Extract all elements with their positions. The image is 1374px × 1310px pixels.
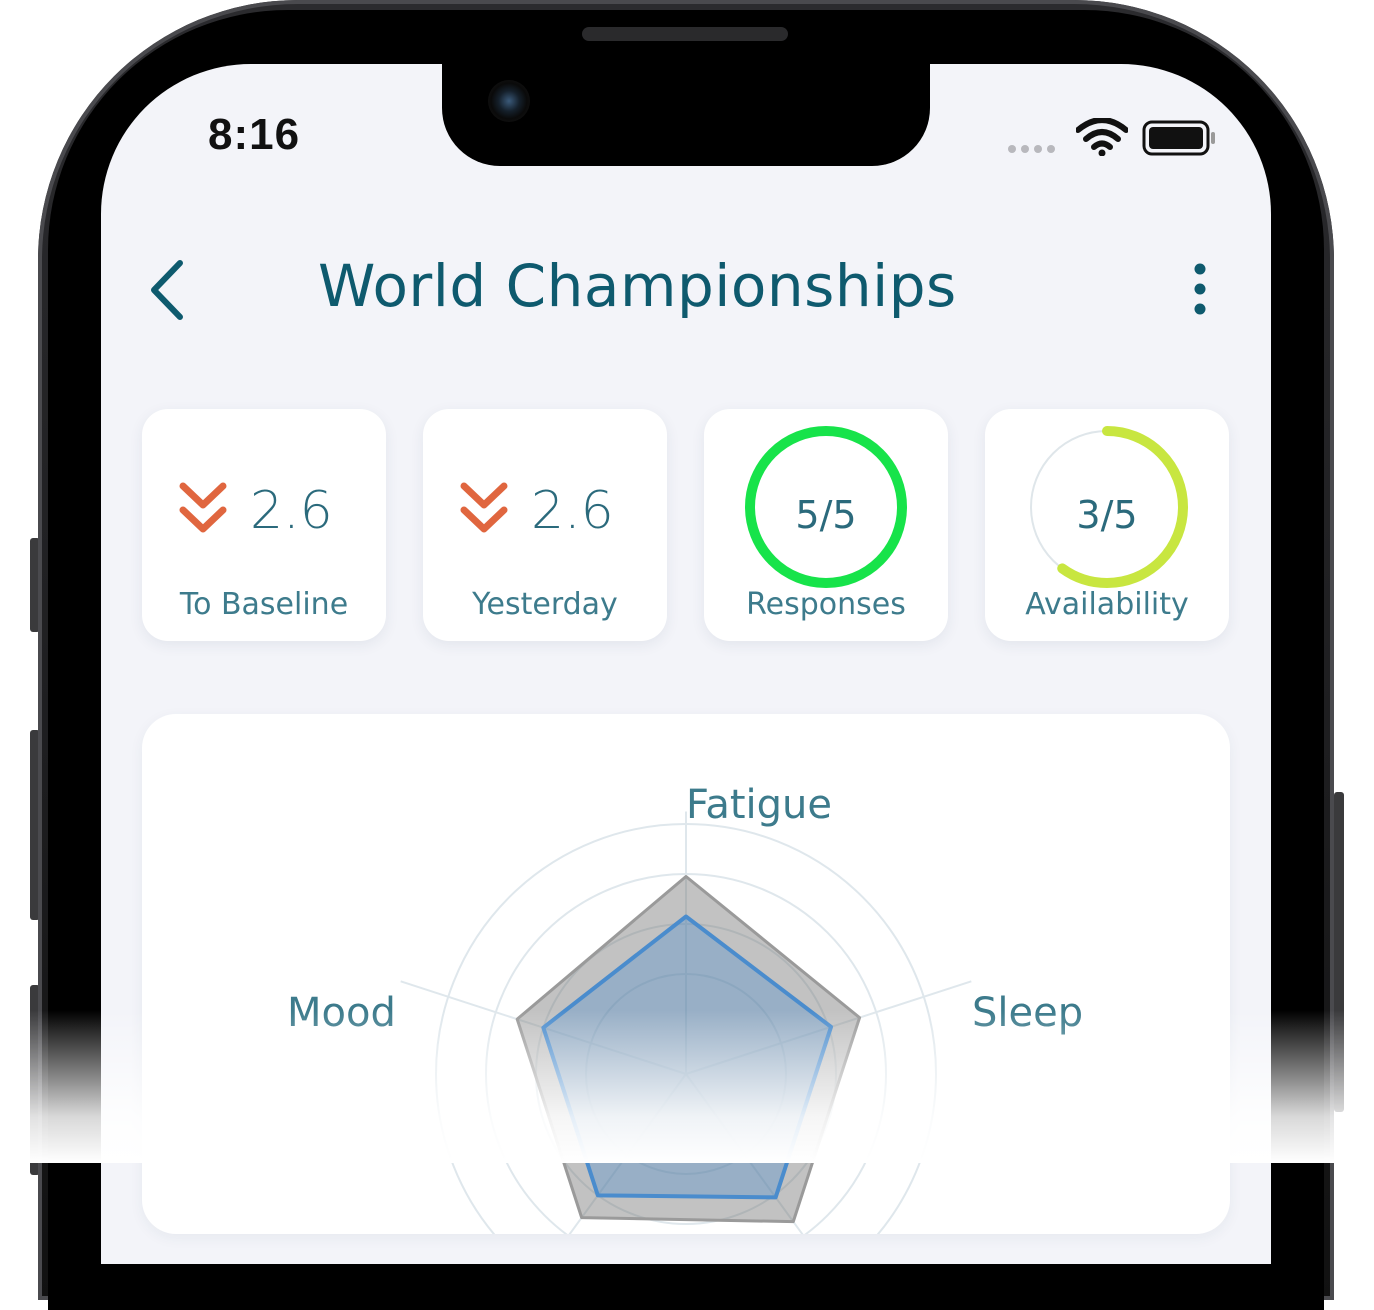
metric-card-availability[interactable]: 3/5 Availability	[985, 409, 1229, 641]
radar-axis-label-fatigue: Fatigue	[686, 782, 832, 828]
more-options-button[interactable]	[1184, 262, 1216, 318]
metric-value: 5/5	[795, 493, 857, 537]
metric-value: 3/5	[1076, 493, 1138, 537]
radar-axis-label-mood: Mood	[287, 990, 396, 1036]
progress-ring: 5/5	[742, 423, 910, 591]
chevron-left-icon	[151, 260, 183, 320]
cellular-signal-icon	[1008, 145, 1055, 153]
metric-value: 2.6	[531, 481, 614, 541]
battery-icon	[1142, 120, 1215, 156]
radar-chart-card: Fatigue Sleep Mood	[142, 714, 1230, 1234]
metric-label: Yesterday	[472, 587, 618, 622]
page-title: World Championships	[318, 252, 957, 320]
earpiece-speaker	[582, 27, 788, 41]
metric-label: Responses	[746, 587, 906, 622]
progress-ring: 3/5	[1023, 423, 1191, 591]
metric-card-yesterday[interactable]: 2.6 Yesterday	[423, 409, 667, 641]
power-button	[1334, 792, 1344, 1112]
double-chevron-down-icon	[460, 482, 508, 533]
status-time: 8:16	[208, 110, 301, 159]
metric-card-to-baseline[interactable]: 2.6 To Baseline	[142, 409, 386, 641]
front-camera-icon	[488, 80, 530, 122]
radar-axis-label-sleep: Sleep	[972, 990, 1084, 1036]
wifi-icon	[1076, 118, 1128, 156]
double-chevron-down-icon	[179, 482, 227, 533]
metric-value: 2.6	[250, 481, 333, 541]
vertical-dots-icon	[1194, 263, 1206, 315]
metric-card-responses[interactable]: 5/5 Responses	[704, 409, 948, 641]
metric-label: To Baseline	[179, 587, 349, 622]
metric-label: Availability	[1025, 587, 1189, 622]
back-button[interactable]	[140, 255, 200, 325]
